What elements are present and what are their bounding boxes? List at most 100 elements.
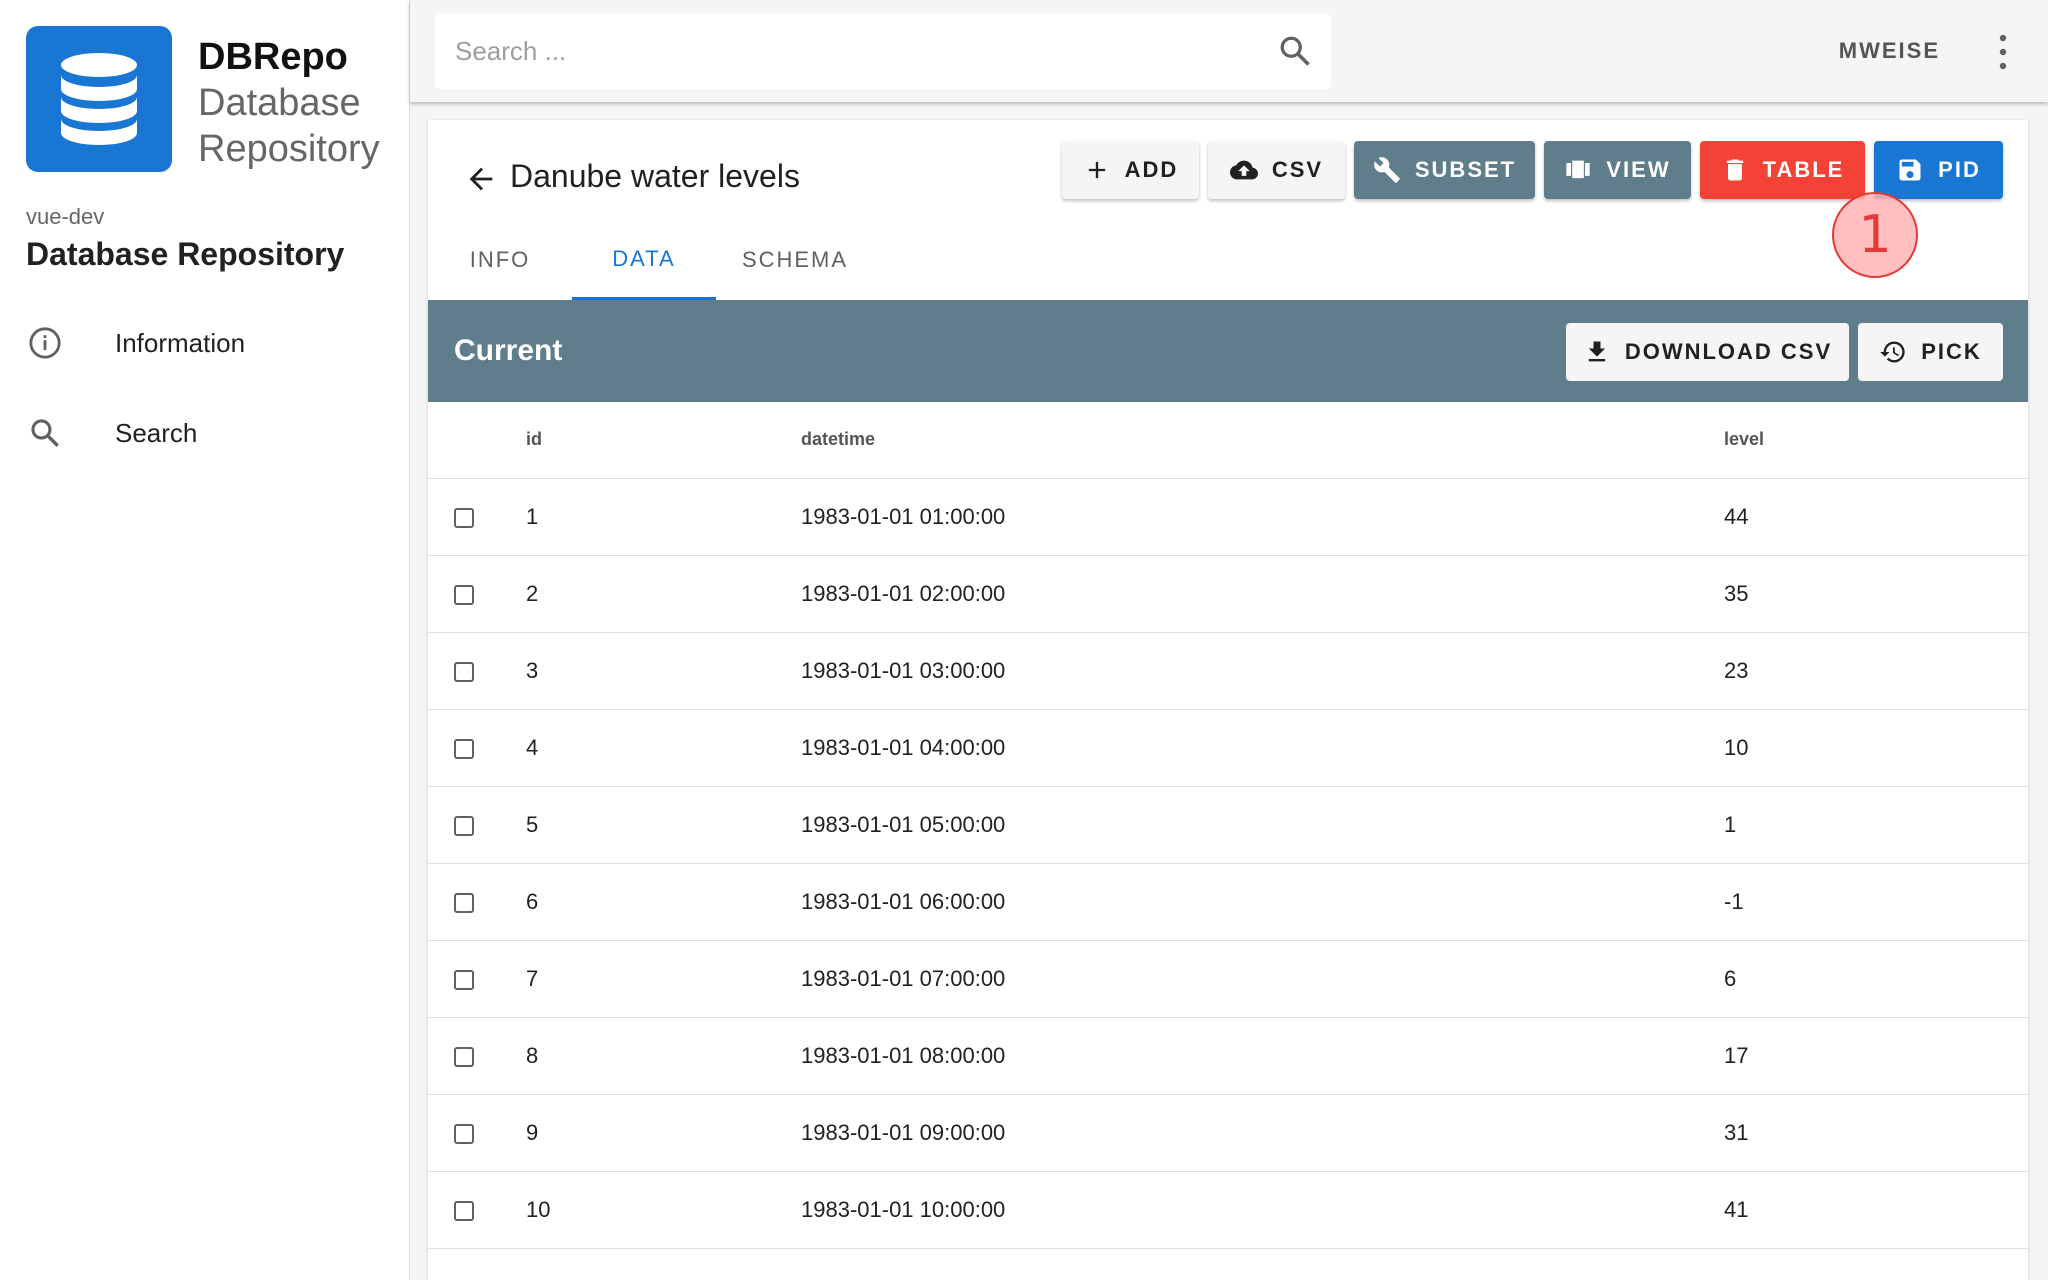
column-header-level[interactable]: level bbox=[1724, 402, 2028, 479]
view-button[interactable]: VIEW bbox=[1544, 141, 1691, 199]
cell-level: 6 bbox=[1724, 940, 2028, 1018]
cell-id: 5 bbox=[526, 786, 801, 864]
row-select-cell bbox=[428, 1171, 526, 1249]
table-row[interactable]: 2 1983-01-01 02:00:00 35 bbox=[428, 555, 2028, 633]
annotation-marker: 1 bbox=[1832, 192, 1918, 278]
row-select-cell bbox=[428, 478, 526, 556]
subset-button-label: SUBSET bbox=[1414, 157, 1517, 182]
info-icon bbox=[29, 327, 61, 359]
table-button-label: TABLE bbox=[1762, 157, 1845, 182]
pick-button[interactable]: PICK bbox=[1858, 323, 2003, 381]
pid-button-label: PID bbox=[1938, 157, 1981, 182]
cell-level: 10 bbox=[1724, 709, 2028, 787]
row-checkbox[interactable] bbox=[454, 815, 474, 836]
cloud-upload-icon bbox=[1229, 160, 1258, 180]
tab-data[interactable]: DATA bbox=[572, 220, 716, 300]
view-button-label: VIEW bbox=[1606, 157, 1671, 182]
data-table: id datetime level 1 1983-01-01 01:00:00 44… bbox=[428, 402, 2028, 1249]
cell-level: 44 bbox=[1724, 478, 2028, 556]
cell-id: 7 bbox=[526, 940, 801, 1018]
cell-id: 8 bbox=[526, 1017, 801, 1095]
delete-table-button[interactable]: TABLE bbox=[1700, 141, 1865, 199]
database-logo-icon bbox=[26, 26, 172, 172]
csv-button-label: CSV bbox=[1271, 157, 1324, 182]
wrench-icon bbox=[1373, 157, 1400, 183]
tab-info[interactable]: INFO bbox=[428, 220, 572, 300]
page-title: Danube water levels bbox=[510, 158, 800, 194]
brand-title: DBRepo bbox=[198, 36, 348, 78]
table-row[interactable]: 8 1983-01-01 08:00:00 17 bbox=[428, 1017, 2028, 1095]
sidebar-item-information[interactable]: Information bbox=[0, 303, 410, 383]
download-csv-label: DOWNLOAD CSV bbox=[1624, 339, 1833, 364]
row-checkbox[interactable] bbox=[454, 738, 474, 759]
row-checkbox[interactable] bbox=[454, 1200, 474, 1221]
row-select-cell bbox=[428, 1094, 526, 1172]
cell-id: 1 bbox=[526, 478, 801, 556]
table-header-row: id datetime level bbox=[428, 402, 2028, 479]
column-header-id[interactable]: id bbox=[526, 402, 801, 479]
cell-level: 31 bbox=[1724, 1094, 2028, 1172]
row-checkbox[interactable] bbox=[454, 584, 474, 605]
cell-datetime: 1983-01-01 06:00:00 bbox=[801, 863, 1724, 941]
cell-level: 35 bbox=[1724, 555, 2028, 633]
cell-level: 23 bbox=[1724, 632, 2028, 710]
cell-level: 41 bbox=[1724, 1171, 2028, 1249]
row-select-cell bbox=[428, 555, 526, 633]
cell-id: 2 bbox=[526, 555, 801, 633]
cell-datetime: 1983-01-01 01:00:00 bbox=[801, 478, 1724, 556]
column-header-datetime[interactable]: datetime bbox=[801, 402, 1724, 479]
row-select-cell bbox=[428, 786, 526, 864]
history-icon bbox=[1880, 341, 1905, 363]
table-row[interactable]: 1 1983-01-01 01:00:00 44 bbox=[428, 478, 2028, 556]
cell-datetime: 1983-01-01 02:00:00 bbox=[801, 555, 1724, 633]
subset-button[interactable]: SUBSET bbox=[1354, 141, 1535, 199]
cell-id: 6 bbox=[526, 863, 801, 941]
cell-datetime: 1983-01-01 08:00:00 bbox=[801, 1017, 1724, 1095]
tab-schema[interactable]: SCHEMA bbox=[716, 220, 874, 300]
arrow-back-icon[interactable] bbox=[464, 162, 498, 196]
row-checkbox[interactable] bbox=[454, 661, 474, 682]
table-row[interactable]: 5 1983-01-01 05:00:00 1 bbox=[428, 786, 2028, 864]
row-checkbox[interactable] bbox=[454, 892, 474, 913]
cell-datetime: 1983-01-01 09:00:00 bbox=[801, 1094, 1724, 1172]
user-menu-button[interactable]: MWEISE bbox=[1839, 38, 1940, 64]
download-csv-button[interactable]: DOWNLOAD CSV bbox=[1566, 323, 1849, 381]
cell-id: 3 bbox=[526, 632, 801, 710]
table-row[interactable]: 6 1983-01-01 06:00:00 -1 bbox=[428, 863, 2028, 941]
csv-upload-button[interactable]: CSV bbox=[1208, 141, 1345, 199]
cell-level: 1 bbox=[1724, 786, 2028, 864]
row-checkbox[interactable] bbox=[454, 507, 474, 528]
row-checkbox[interactable] bbox=[454, 1046, 474, 1067]
cell-id: 10 bbox=[526, 1171, 801, 1249]
table-card: Danube water levels ADD CSV SUBSET VIEW … bbox=[428, 120, 2028, 1280]
brand-subtitle-line1: Database bbox=[198, 82, 361, 124]
row-checkbox[interactable] bbox=[454, 969, 474, 990]
cell-level: -1 bbox=[1724, 863, 2028, 941]
save-icon bbox=[1899, 159, 1921, 181]
search-input[interactable]: Search ... bbox=[435, 13, 1331, 89]
row-checkbox[interactable] bbox=[454, 1123, 474, 1144]
panel-title: Current bbox=[454, 334, 563, 367]
more-vert-icon[interactable] bbox=[1996, 32, 2010, 72]
sidebar-item-label: Search bbox=[115, 417, 198, 448]
row-select-cell bbox=[428, 863, 526, 941]
search-icon[interactable] bbox=[1277, 33, 1313, 69]
row-select-cell bbox=[428, 1017, 526, 1095]
repository-title: Database Repository bbox=[26, 236, 345, 272]
table-row[interactable]: 7 1983-01-01 07:00:00 6 bbox=[428, 940, 2028, 1018]
table-row[interactable]: 9 1983-01-01 09:00:00 31 bbox=[428, 1094, 2028, 1172]
trash-icon bbox=[1726, 159, 1743, 181]
table-row[interactable]: 4 1983-01-01 04:00:00 10 bbox=[428, 709, 2028, 787]
sidebar: DBRepo Database Repository vue-dev Datab… bbox=[0, 0, 410, 1280]
cell-datetime: 1983-01-01 05:00:00 bbox=[801, 786, 1724, 864]
add-button[interactable]: ADD bbox=[1062, 141, 1199, 199]
sidebar-item-search[interactable]: Search bbox=[0, 393, 410, 473]
brand[interactable]: DBRepo Database Repository bbox=[26, 26, 380, 172]
cell-datetime: 1983-01-01 10:00:00 bbox=[801, 1171, 1724, 1249]
pid-button[interactable]: PID bbox=[1874, 141, 2003, 199]
cell-datetime: 1983-01-01 07:00:00 bbox=[801, 940, 1724, 1018]
table-row[interactable]: 10 1983-01-01 10:00:00 41 bbox=[428, 1171, 2028, 1249]
row-select-cell bbox=[428, 709, 526, 787]
add-button-label: ADD bbox=[1124, 157, 1179, 182]
table-row[interactable]: 3 1983-01-01 03:00:00 23 bbox=[428, 632, 2028, 710]
